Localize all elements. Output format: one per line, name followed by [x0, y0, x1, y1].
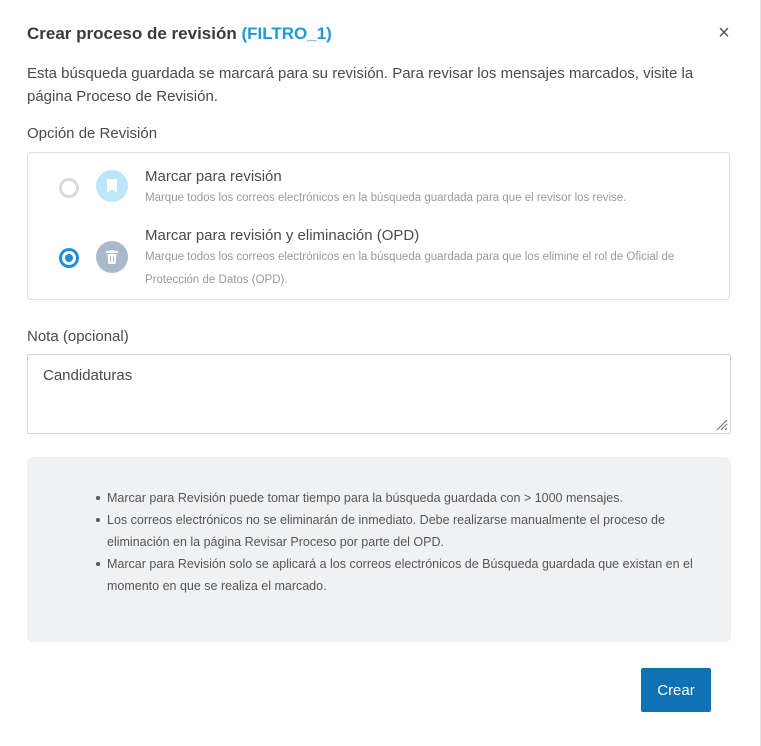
- option-title: Marcar para revisión: [145, 168, 282, 185]
- trash-icon: [96, 241, 128, 273]
- option-description: Marque todos los correos electrónicos en…: [145, 251, 675, 286]
- create-button[interactable]: Crear: [641, 668, 711, 712]
- bookmark-icon: [96, 170, 128, 202]
- dialog-title-filter: (FILTRO_1): [241, 24, 332, 43]
- info-item: Marcar para Revisión solo se aplicará a …: [96, 553, 707, 597]
- resize-grip-icon[interactable]: [716, 419, 728, 431]
- review-options-group: Marcar para revisión Marque todos los co…: [27, 152, 730, 300]
- note-value: Candidaturas: [43, 367, 133, 384]
- info-item: Los correos electrónicos no se eliminará…: [96, 509, 707, 553]
- note-label: Nota (opcional): [27, 328, 129, 345]
- option-description: Marque todos los correos electrónicos en…: [145, 192, 627, 204]
- dialog-title-text: Crear proceso de revisión: [27, 24, 237, 43]
- info-item: Marcar para Revisión puede tomar tiempo …: [96, 487, 707, 509]
- close-icon[interactable]: ×: [716, 22, 732, 44]
- create-review-process-dialog: Crear proceso de revisión (FILTRO_1) × E…: [0, 0, 761, 746]
- radio-mark-for-review[interactable]: [59, 178, 79, 198]
- radio-mark-for-review-and-delete[interactable]: [59, 248, 79, 268]
- dialog-intro-text: Esta búsqueda guardada se marcará para s…: [27, 65, 694, 105]
- note-textarea[interactable]: Candidaturas: [27, 354, 731, 434]
- dialog-title: Crear proceso de revisión (FILTRO_1): [27, 24, 332, 44]
- review-option-label: Opción de Revisión: [27, 125, 158, 142]
- info-panel: Marcar para Revisión puede tomar tiempo …: [27, 457, 731, 642]
- option-title: Marcar para revisión y eliminación (OPD): [145, 227, 420, 244]
- info-list: Marcar para Revisión puede tomar tiempo …: [96, 487, 707, 597]
